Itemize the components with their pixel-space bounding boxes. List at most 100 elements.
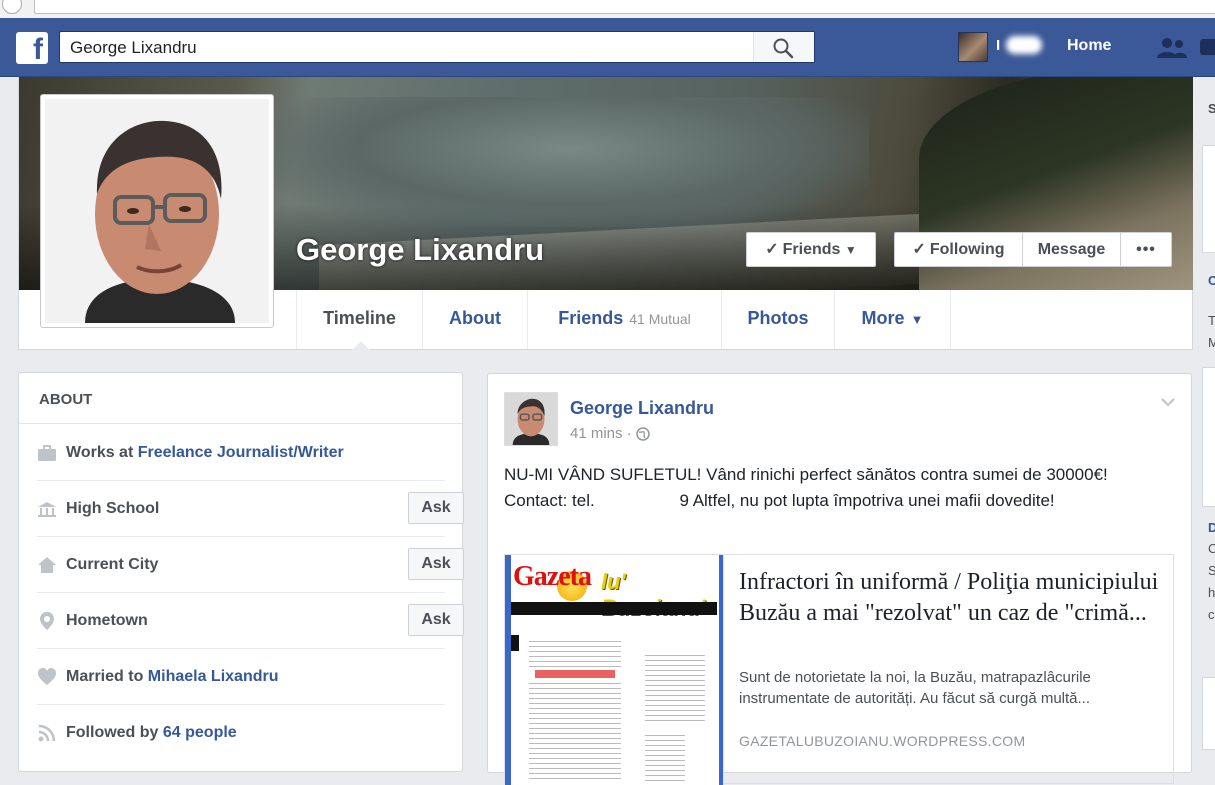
tab-timeline[interactable]: Timeline xyxy=(296,290,422,350)
following-button-label: Following xyxy=(929,241,1005,258)
search-button[interactable] xyxy=(753,32,814,62)
link-preview-description: Sunt de notorietate la noi, la Buzău, ma… xyxy=(739,669,1091,707)
about-followers-prefix: Followed by xyxy=(66,724,163,741)
right-sidebar-fragment: S xyxy=(1208,101,1215,116)
thumb-black-block xyxy=(511,635,519,651)
map-pin-icon xyxy=(40,612,54,630)
thumb-logo-text: Gazeta xyxy=(513,561,592,592)
about-row-high-school: High School Ask xyxy=(37,481,464,537)
caret-down-icon: ▼ xyxy=(844,243,857,257)
user-name-redaction xyxy=(1006,36,1042,54)
browser-back-icon[interactable] xyxy=(2,0,22,14)
tab-more[interactable]: More ▼ xyxy=(834,290,951,349)
about-followers-text: Followed by 64 people xyxy=(66,724,237,742)
right-sidebar-fragment: S xyxy=(1208,563,1215,578)
about-relationship-text: Married to Mihaela Lixandru xyxy=(66,668,279,686)
right-sidebar-box xyxy=(1202,367,1215,507)
rss-icon xyxy=(38,724,56,742)
tab-more-label: More xyxy=(861,308,905,328)
profile-name[interactable]: George Lixandru xyxy=(296,232,544,268)
thumb-text-column-2 xyxy=(529,683,621,783)
post-body-text: NU-MI VÂND SUFLETUL! Vând rinichi perfec… xyxy=(504,462,1164,514)
thumb-text-column-4 xyxy=(645,735,685,783)
mutual-friends-count: 41 Mutual xyxy=(629,311,691,327)
globe-icon xyxy=(635,427,650,441)
user-name-link[interactable]: I xyxy=(996,37,1000,54)
timeline-post: George Lixandru 41 mins · NU-MI VÂND SUF… xyxy=(487,373,1192,785)
about-relationship-prefix: Married to xyxy=(66,668,148,685)
about-row-hometown: Hometown Ask xyxy=(37,593,464,649)
link-preview-thumbnail: Gazeta lu' Buzoianu' xyxy=(505,555,724,785)
briefcase-icon xyxy=(38,445,56,461)
school-icon xyxy=(38,502,56,517)
profile-picture[interactable] xyxy=(40,94,274,328)
right-sidebar-fragment[interactable]: D xyxy=(1208,520,1215,535)
post-text-part2: 9 Altfel, nu pot lupta împotriva unei ma… xyxy=(679,491,1055,510)
facebook-logo-icon[interactable]: f xyxy=(16,32,48,64)
tab-timeline-label: Timeline xyxy=(323,308,396,328)
thumb-border-left xyxy=(505,555,511,785)
thumb-red-heading xyxy=(535,670,615,678)
post-author-avatar[interactable] xyxy=(504,392,558,446)
chevron-down-icon[interactable] xyxy=(1160,396,1176,408)
ask-hometown-button[interactable]: Ask xyxy=(408,604,464,636)
about-high-school-text: High School xyxy=(66,500,160,517)
about-current-city-text: Current City xyxy=(66,556,159,573)
message-button[interactable]: Message xyxy=(1022,232,1121,267)
right-sidebar-fragment: h xyxy=(1208,585,1215,600)
right-sidebar-fragment: C xyxy=(1208,541,1215,556)
thumb-text-column-3 xyxy=(645,655,705,725)
ask-current-city-button[interactable]: Ask xyxy=(408,548,464,580)
about-hometown-text: Hometown xyxy=(66,612,148,629)
ask-high-school-button[interactable]: Ask xyxy=(408,492,464,524)
messages-icon[interactable] xyxy=(1198,36,1215,60)
thumb-text-column-1 xyxy=(529,641,621,667)
divider xyxy=(19,423,462,424)
employer-link[interactable]: Freelance Journalist/Writer xyxy=(138,444,344,461)
check-icon: ✓ xyxy=(765,241,779,258)
search-icon xyxy=(773,38,794,59)
post-author-name[interactable]: George Lixandru xyxy=(570,398,714,419)
tab-about[interactable]: About xyxy=(422,290,527,349)
tab-friends-label: Friends xyxy=(558,308,624,328)
spouse-link[interactable]: Mihaela Lixandru xyxy=(148,668,279,685)
friend-requests-icon[interactable] xyxy=(1155,36,1189,60)
right-sidebar-fragment: M xyxy=(1208,335,1215,350)
search-input[interactable] xyxy=(68,36,752,60)
post-time-text: 41 mins xyxy=(570,425,623,442)
about-work-text: Works at Freelance Journalist/Writer xyxy=(66,444,344,462)
tab-friends[interactable]: Friends 41 Mutual xyxy=(527,290,721,349)
more-options-button[interactable]: ••• xyxy=(1121,232,1172,267)
home-link[interactable]: Home xyxy=(1067,37,1111,55)
user-avatar[interactable] xyxy=(958,32,988,62)
redacted-phone-number xyxy=(599,494,680,509)
cover-lake xyxy=(269,97,869,227)
post-timestamp[interactable]: 41 mins · xyxy=(570,425,650,442)
followers-link[interactable]: 64 people xyxy=(163,724,237,741)
search-box[interactable] xyxy=(59,31,815,63)
friends-button[interactable]: ✓ Friends ▼ xyxy=(746,232,876,267)
right-sidebar-fragment: c xyxy=(1208,607,1215,622)
thumb-navbar xyxy=(511,602,717,615)
link-preview-domain: GAZETALUBUZOIANU.WORDPRESS.COM xyxy=(739,733,1026,749)
right-sidebar-box xyxy=(1202,145,1215,253)
post-time-separator: · xyxy=(626,425,632,442)
top-navigation-bar: f I Home xyxy=(0,18,1215,77)
about-row-relationship: Married to Mihaela Lixandru xyxy=(37,649,445,705)
about-title: ABOUT xyxy=(39,391,93,408)
profile-photo xyxy=(45,99,269,323)
about-card: ABOUT Works at Freelance Journalist/Writ… xyxy=(18,372,464,772)
tab-photos[interactable]: Photos xyxy=(721,290,834,349)
friends-button-label: Friends xyxy=(782,241,841,258)
caret-down-icon: ▼ xyxy=(910,312,924,327)
profile-header: George Lixandru ✓ Friends ▼ ✓ Following Me… xyxy=(18,77,1194,350)
link-preview-title[interactable]: Infractori în uniformă / Poliţia municip… xyxy=(739,567,1159,629)
following-button[interactable]: ✓ Following xyxy=(894,232,1022,267)
about-row-work: Works at Freelance Journalist/Writer xyxy=(37,425,445,481)
heart-icon xyxy=(38,668,56,685)
right-sidebar: S C T M D C S h c xyxy=(1193,77,1215,750)
check-icon: ✓ xyxy=(912,241,926,258)
right-sidebar-fragment[interactable]: C xyxy=(1208,273,1215,288)
house-icon xyxy=(38,557,56,573)
browser-address-bar[interactable] xyxy=(34,0,1215,14)
